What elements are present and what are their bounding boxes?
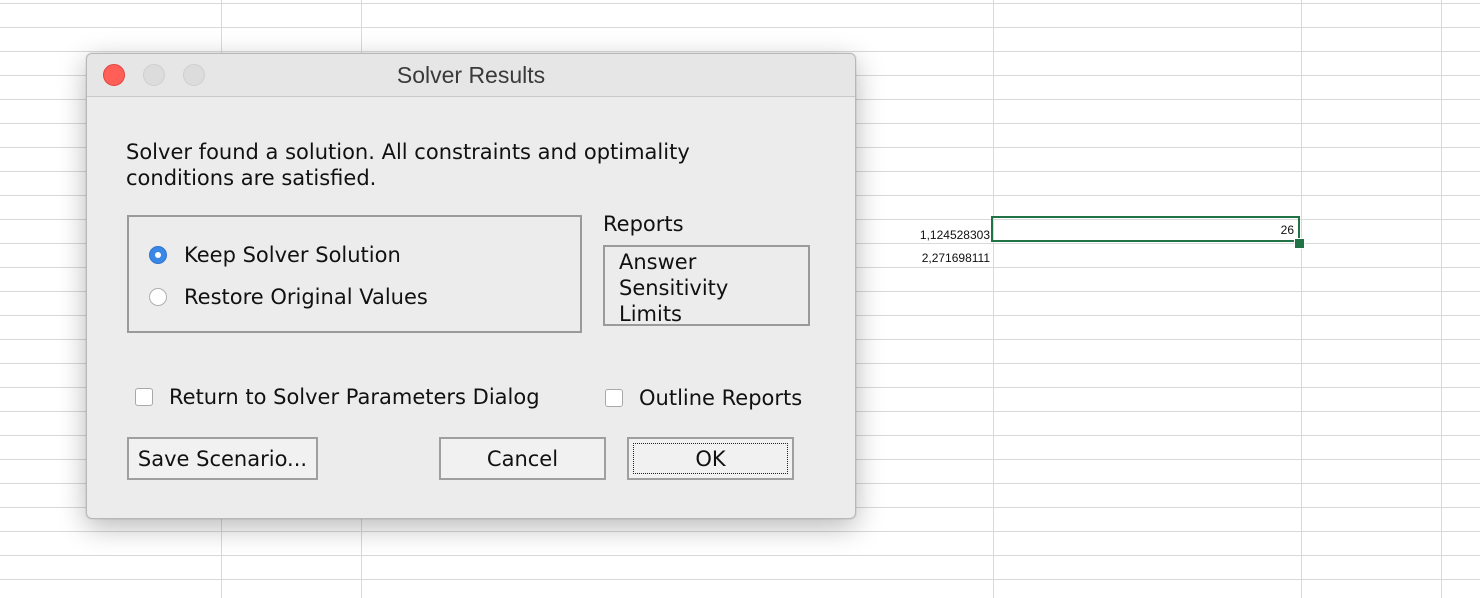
- grid-line: [0, 51, 1480, 52]
- focus-ring: [633, 443, 788, 474]
- title-bar[interactable]: Solver Results: [87, 54, 855, 97]
- solution-options-group: Keep Solver Solution Restore Original Va…: [127, 215, 582, 333]
- return-to-params-checkbox[interactable]: [135, 388, 153, 406]
- ok-button[interactable]: OK: [627, 437, 794, 480]
- grid-line: [0, 531, 1480, 532]
- save-scenario-button[interactable]: Save Scenario...: [127, 437, 318, 480]
- reports-list[interactable]: Answer Sensitivity Limits: [603, 245, 810, 326]
- report-item-answer[interactable]: Answer: [619, 249, 808, 275]
- restore-original-values-option[interactable]: Restore Original Values: [149, 285, 428, 309]
- reports-label: Reports: [603, 212, 684, 236]
- grid-line: [993, 0, 994, 598]
- grid-line: [0, 3, 1480, 4]
- radio-unselected-icon[interactable]: [149, 288, 167, 306]
- option-label: Restore Original Values: [184, 285, 428, 309]
- fill-handle[interactable]: [1294, 238, 1305, 249]
- return-to-params-checkbox-row[interactable]: Return to Solver Parameters Dialog: [135, 385, 540, 409]
- checkbox-label: Outline Reports: [639, 386, 803, 410]
- report-item-limits[interactable]: Limits: [619, 301, 808, 327]
- grid-line: [0, 555, 1480, 556]
- report-item-sensitivity[interactable]: Sensitivity: [619, 275, 808, 301]
- cancel-button[interactable]: Cancel: [439, 437, 606, 480]
- selected-cell[interactable]: 26: [991, 216, 1300, 242]
- checkbox-label: Return to Solver Parameters Dialog: [169, 385, 540, 409]
- radio-selected-icon[interactable]: [149, 246, 167, 264]
- result-message: Solver found a solution. All constraints…: [126, 140, 690, 190]
- cell-value[interactable]: 1,124528303: [880, 228, 990, 242]
- outline-reports-checkbox-row[interactable]: Outline Reports: [605, 386, 802, 410]
- option-label: Keep Solver Solution: [184, 243, 401, 267]
- selected-cell-value: 26: [1280, 223, 1294, 237]
- grid-line: [0, 27, 1480, 28]
- outline-reports-checkbox[interactable]: [605, 389, 623, 407]
- dialog-title: Solver Results: [396, 62, 546, 88]
- grid-line: [1301, 0, 1302, 598]
- solver-results-dialog: Solver Results Solver found a solution. …: [86, 53, 856, 519]
- grid-line: [1441, 0, 1442, 598]
- grid-line: [0, 579, 1480, 580]
- cell-value[interactable]: 2,271698111: [880, 251, 990, 265]
- keep-solver-solution-option[interactable]: Keep Solver Solution: [149, 243, 401, 267]
